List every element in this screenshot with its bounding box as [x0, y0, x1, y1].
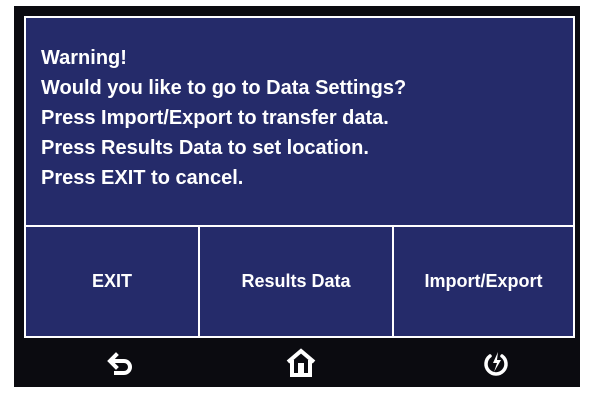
instruction-import-export: Press Import/Export to transfer data. — [41, 107, 389, 129]
warning-dialog: Warning! Would you like to go to Data Se… — [24, 16, 575, 338]
power-icon — [484, 352, 508, 376]
back-icon — [107, 352, 132, 375]
home-icon — [286, 348, 316, 377]
instruction-results-data: Press Results Data to set location. — [41, 137, 369, 159]
navigation-bar — [14, 338, 580, 387]
results-data-button[interactable]: Results Data — [200, 227, 394, 336]
warning-message: Warning! Would you like to go to Data Se… — [41, 43, 567, 193]
softkey-row: EXIT Results Data Import/Export — [26, 225, 573, 336]
home-button[interactable] — [284, 346, 318, 380]
warning-question: Would you like to go to Data Settings? — [41, 77, 407, 99]
power-button[interactable] — [479, 346, 513, 380]
instruction-exit: Press EXIT to cancel. — [41, 167, 244, 189]
exit-button[interactable]: EXIT — [26, 227, 200, 336]
device-frame: Warning! Would you like to go to Data Se… — [14, 6, 580, 387]
back-button[interactable] — [104, 346, 138, 380]
warning-title: Warning! — [41, 47, 127, 69]
import-export-button[interactable]: Import/Export — [394, 227, 573, 336]
